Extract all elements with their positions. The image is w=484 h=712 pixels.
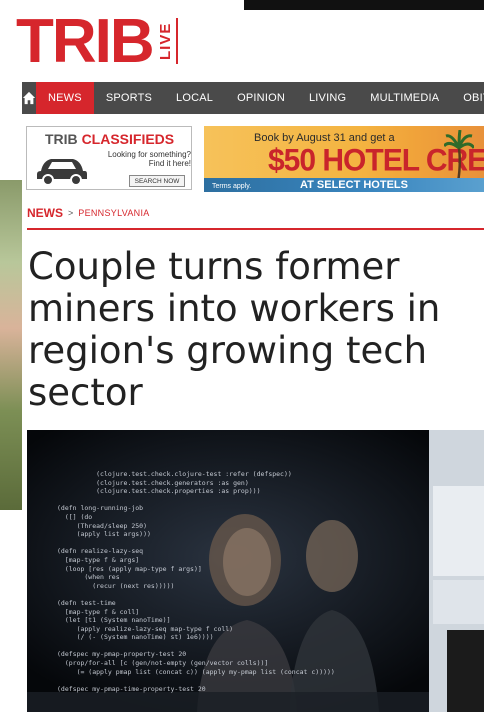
logo-live-tag: LIVE: [156, 18, 178, 64]
section-divider: [27, 228, 484, 230]
nav-item-sports[interactable]: SPORTS: [94, 82, 164, 114]
classifieds-ad[interactable]: TRIB CLASSIFIEDS Looking for something? …: [26, 126, 192, 190]
classifieds-ad-title: TRIB CLASSIFIEDS: [45, 131, 174, 147]
article-hero-image[interactable]: (clojure.test.check.clojure-test :refer …: [27, 430, 484, 712]
hotel-credit-ad[interactable]: Book by August 31 and get a $50 HOTEL CR…: [204, 126, 484, 192]
hero-code-overlay: (clojure.test.check.clojure-test :refer …: [57, 470, 335, 693]
palm-tree-icon: [444, 130, 474, 182]
code-line: (clojure.test.check.clojure-test :refer …: [57, 470, 292, 478]
classifieds-ad-line1: Looking for something?: [107, 150, 191, 159]
nav-item-opinion[interactable]: OPINION: [225, 82, 297, 114]
code-line: (defn long-running-job: [57, 504, 144, 513]
code-line: (= (apply pmap list (concat c)) (apply m…: [57, 667, 335, 676]
classifieds-brand: TRIB: [45, 131, 78, 147]
code-line: (defn test-time: [57, 598, 116, 607]
car-icon: [37, 159, 87, 186]
code-line: (loop [res (apply map-type f args)]: [57, 564, 202, 573]
code-line: (Thread/sleep 250): [57, 521, 148, 530]
code-line: (defn realize-lazy-seq: [57, 547, 144, 556]
code-line: (let [t1 (System nanoTime)]: [57, 616, 171, 625]
main-nav: NEWS SPORTS LOCAL OPINION LIVING MULTIME…: [22, 82, 484, 114]
code-line: ([] (do: [57, 512, 93, 521]
nav-item-obituaries[interactable]: OBIT: [451, 82, 484, 114]
hotel-ad-bottom-text: AT SELECT HOTELS: [300, 179, 408, 191]
classifieds-brand-accent: CLASSIFIEDS: [81, 131, 175, 147]
nav-item-multimedia[interactable]: MULTIMEDIA: [358, 82, 451, 114]
site-logo[interactable]: TRIB LIVE: [16, 7, 178, 76]
code-line: (/ (- (System nanoTime) st) 1e6)))): [57, 633, 214, 642]
classifieds-ad-line2: Find it here!: [148, 159, 191, 168]
breadcrumb: NEWS > PENNSYLVANIA: [27, 206, 150, 220]
code-line: [map-type f & coll]: [57, 607, 140, 616]
nav-item-news[interactable]: NEWS: [36, 82, 94, 114]
article-headline: Couple turns former miners into workers …: [28, 245, 441, 414]
code-line: (defspec my-pmap-time-property-test 20: [57, 684, 206, 693]
logo-wordmark: TRIB: [16, 7, 155, 76]
breadcrumb-separator: >: [68, 208, 74, 218]
home-button[interactable]: [22, 82, 36, 114]
breadcrumb-pennsylvania-link[interactable]: PENNSYLVANIA: [78, 208, 149, 218]
code-line: (when res: [57, 573, 120, 582]
classifieds-ad-text: Looking for something? Find it here!: [107, 150, 191, 168]
breadcrumb-news-link[interactable]: NEWS: [27, 206, 63, 220]
code-line: (clojure.test.check.generators :as gen): [57, 478, 249, 487]
code-line: (prop/for-all [c (gen/not-empty (gen/vec…: [57, 659, 269, 668]
background-bar: [244, 0, 484, 10]
nav-item-living[interactable]: LIVING: [297, 82, 358, 114]
code-line: (apply list args))): [57, 530, 151, 539]
code-line: [map-type f & args]: [57, 555, 140, 564]
background-photo: [0, 180, 22, 510]
code-line: (apply realize-lazy-seq map-type f coll): [57, 624, 234, 633]
search-now-button[interactable]: SEARCH NOW: [129, 175, 185, 187]
code-line: (defspec my-pmap-property-test 20: [57, 650, 187, 659]
home-icon: [22, 91, 36, 105]
nav-item-local[interactable]: LOCAL: [164, 82, 225, 114]
code-line: (recur (next res))))): [57, 581, 175, 590]
code-line: (clojure.test.check.properties :as prop)…: [57, 487, 261, 496]
hotel-ad-terms: Terms apply.: [212, 183, 252, 190]
